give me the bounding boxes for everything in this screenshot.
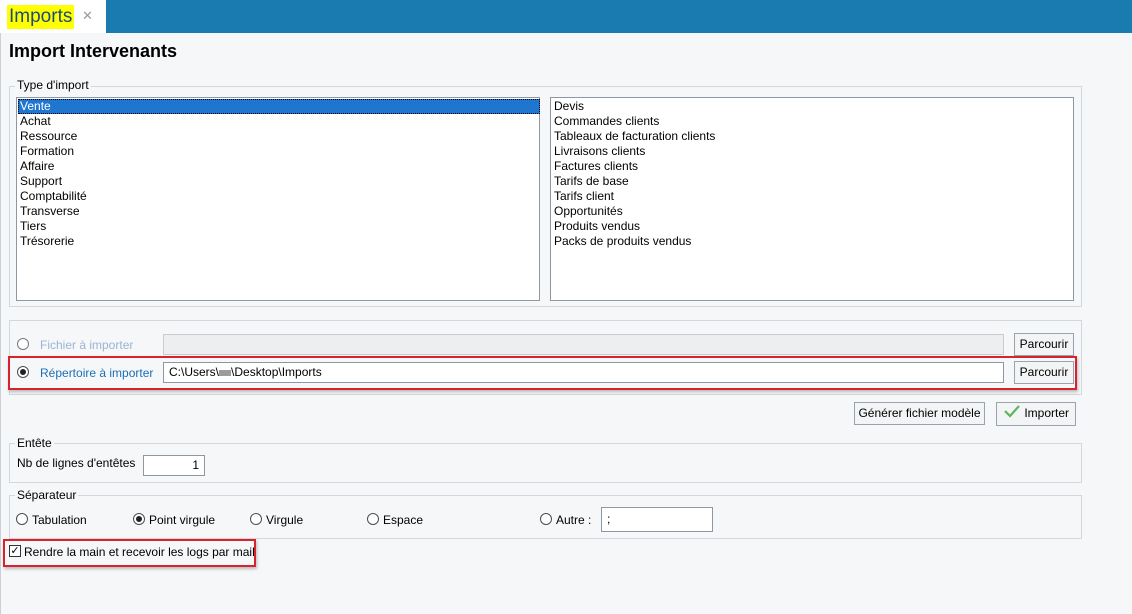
- file-label: Fichier à importer: [40, 338, 134, 352]
- import-button[interactable]: Importer: [996, 402, 1076, 426]
- category-list[interactable]: Vente Achat Ressource Formation Affaire …: [16, 97, 540, 301]
- entete-legend: Entête: [15, 436, 54, 450]
- mail-option-label: Rendre la main et recevoir les logs par …: [24, 545, 255, 559]
- separator-tab-label: Tabulation: [32, 513, 87, 527]
- import-type-list[interactable]: Devis Commandes clients Tableaux de fact…: [550, 97, 1074, 301]
- browse-directory-button[interactable]: Parcourir: [1014, 361, 1074, 384]
- directory-path-prefix: C:\Users\: [169, 365, 220, 379]
- list-item[interactable]: Comptabilité: [18, 189, 87, 204]
- separator-semicolon-label: Point virgule: [149, 513, 216, 527]
- list-item[interactable]: Packs de produits vendus: [552, 234, 691, 249]
- list-item[interactable]: Tiers: [18, 219, 46, 234]
- list-item[interactable]: Tarifs client: [552, 189, 614, 204]
- list-item[interactable]: Produits vendus: [552, 219, 640, 234]
- tab-bar: [0, 0, 1132, 33]
- separator-semicolon-radio[interactable]: [133, 513, 145, 525]
- list-item[interactable]: Vente: [18, 99, 540, 114]
- list-item[interactable]: Transverse: [18, 204, 80, 219]
- separator-space-label: Espace: [383, 513, 424, 527]
- list-item[interactable]: Achat: [18, 114, 51, 129]
- browse-file-button[interactable]: Parcourir: [1014, 333, 1074, 356]
- directory-radio[interactable]: [17, 366, 29, 378]
- import-label: Importer: [1024, 406, 1070, 420]
- list-item[interactable]: Trésorerie: [18, 234, 74, 249]
- list-item[interactable]: Ressource: [18, 129, 77, 144]
- separator-comma-radio[interactable]: [250, 513, 262, 525]
- directory-path-field[interactable]: C:\Users\ \Desktop\Imports: [163, 362, 1004, 383]
- header-lines-label: Nb de lignes d'entêtes: [17, 456, 136, 470]
- separator-other-label: Autre :: [556, 513, 592, 527]
- separator-other-radio[interactable]: [540, 513, 552, 525]
- type-import-legend: Type d'import: [15, 78, 91, 92]
- header-lines-input[interactable]: 1: [143, 455, 205, 476]
- list-item[interactable]: Devis: [552, 99, 584, 114]
- list-item[interactable]: Formation: [18, 144, 74, 159]
- file-path-field[interactable]: [163, 334, 1004, 355]
- mail-option-checkbox[interactable]: ✓: [9, 545, 21, 557]
- file-radio[interactable]: [17, 338, 29, 350]
- page-title: Import Intervenants: [9, 41, 178, 61]
- list-item[interactable]: Tableaux de facturation clients: [552, 129, 715, 144]
- tab-imports[interactable]: Imports ✕: [0, 0, 106, 33]
- directory-path-suffix: \Desktop\Imports: [231, 365, 322, 379]
- list-item[interactable]: Factures clients: [552, 159, 638, 174]
- separator-tab-radio[interactable]: [16, 513, 28, 525]
- list-item[interactable]: Commandes clients: [552, 114, 659, 129]
- directory-label: Répertoire à importer: [40, 366, 154, 380]
- list-item[interactable]: Affaire: [18, 159, 54, 174]
- list-item[interactable]: Tarifs de base: [552, 174, 629, 189]
- list-item[interactable]: Livraisons clients: [552, 144, 645, 159]
- tab-label: Imports: [7, 5, 75, 29]
- list-item[interactable]: Opportunités: [552, 204, 623, 219]
- separator-other-input[interactable]: ;: [601, 507, 713, 532]
- redacted-username: [219, 369, 232, 376]
- list-item[interactable]: Support: [18, 174, 62, 189]
- close-icon[interactable]: ✕: [82, 9, 93, 23]
- separator-legend: Séparateur: [15, 488, 79, 502]
- separator-comma-label: Virgule: [266, 513, 304, 527]
- checkmark-icon: [1003, 404, 1021, 424]
- generate-template-button[interactable]: Générer fichier modèle: [854, 402, 985, 425]
- separator-space-radio[interactable]: [367, 513, 379, 525]
